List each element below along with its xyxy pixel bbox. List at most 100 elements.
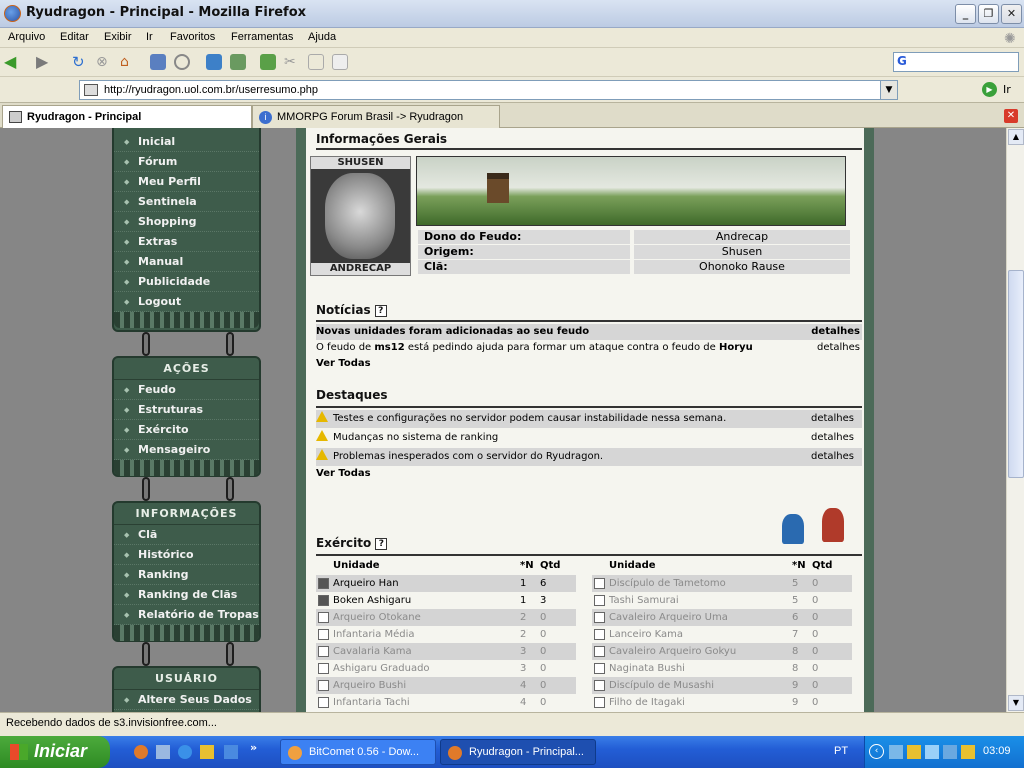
sidebar-item-extras[interactable]: Extras [114,232,259,252]
army-unit-row[interactable]: Arqueiro Han 1 6 [316,575,576,592]
start-button[interactable]: Iniciar [0,736,110,768]
army-unit-row[interactable]: Infantaria Média 2 0 [316,626,576,643]
noticias-see-all-link[interactable]: Ver Todas [316,356,862,372]
army-unit-row[interactable]: Cavaleiro Arqueiro Uma 6 0 [592,609,852,626]
history-icon[interactable] [174,54,190,70]
sidebar-item-historico[interactable]: Histórico [114,545,259,565]
stop-icon[interactable]: ⊗ [96,54,112,70]
tab-ryudragon[interactable]: Ryudragon - Principal [2,105,252,128]
search-input[interactable]: G [893,52,1019,72]
go-label[interactable]: Ir [1003,83,1011,96]
menu-ferramentas[interactable]: Ferramentas [231,31,293,43]
unit-checkbox[interactable] [318,697,329,708]
sidebar-item-publicidade[interactable]: Publicidade [114,272,259,292]
close-tab-icon[interactable]: ✕ [1004,109,1018,123]
forward-icon[interactable]: ▶ [36,54,52,70]
unit-checkbox[interactable] [594,680,605,691]
minimize-button[interactable]: _ [955,4,976,24]
language-indicator[interactable]: PT [834,745,848,757]
sidebar-item-meu-perfil[interactable]: Meu Perfil [114,172,259,192]
download-icon[interactable] [260,54,276,70]
menu-editar[interactable]: Editar [60,31,89,43]
close-window-button[interactable]: ✕ [1001,4,1022,24]
menu-favoritos[interactable]: Favoritos [170,31,215,43]
task-bitcomet[interactable]: BitComet 0.56 - Dow... [280,739,436,765]
bookmarks-icon[interactable] [150,54,166,70]
quicklaunch-app-icon[interactable] [156,745,170,759]
paste-icon[interactable] [332,54,348,70]
tab-mmorpg-forum[interactable]: i MMORPG Forum Brasil -> Ryudragon [252,105,500,128]
unit-checkbox[interactable] [318,646,329,657]
unit-checkbox[interactable] [318,629,329,640]
army-unit-row[interactable]: Lanceiro Kama 7 0 [592,626,852,643]
quicklaunch-firefox-icon[interactable] [134,745,148,759]
menu-exibir[interactable]: Exibir [104,31,132,43]
sidebar-item-estruturas[interactable]: Estruturas [114,400,259,420]
unit-checkbox[interactable] [594,663,605,674]
cut-icon[interactable]: ✂ [284,54,300,70]
tray-winamp-icon[interactable] [961,745,975,759]
highlight-details-link[interactable]: detalhes [811,448,854,466]
back-icon[interactable]: ◀ [4,54,20,70]
quicklaunch-more-icon[interactable]: » [250,741,257,754]
unit-checkbox[interactable] [318,680,329,691]
army-unit-row[interactable]: Discípulo de Musashi 9 0 [592,677,852,694]
copy-icon[interactable] [308,54,324,70]
news-details-link[interactable]: detalhes [811,324,860,340]
army-unit-row[interactable]: Infantaria Tachi 4 0 [316,694,576,711]
tray-network-icon[interactable] [889,745,903,759]
sidebar-item-ranking[interactable]: Ranking [114,565,259,585]
army-unit-row[interactable]: Tashi Samurai 5 0 [592,592,852,609]
scroll-down-icon[interactable]: ▼ [1008,695,1024,711]
exercito-help-icon[interactable]: ? [375,538,388,550]
sidebar-item-ranking-clas[interactable]: Ranking de Clãs [114,585,259,605]
unit-checkbox[interactable] [594,646,605,657]
tray-volume-icon[interactable] [943,745,957,759]
quicklaunch-ie-icon[interactable] [178,745,192,759]
address-dropdown-icon[interactable]: ▼ [880,81,897,99]
highlight-details-link[interactable]: detalhes [811,410,854,428]
vertical-scrollbar[interactable]: ▲ ▼ [1006,128,1024,712]
unit-checkbox[interactable] [318,595,329,606]
unit-checkbox[interactable] [318,578,329,589]
scroll-up-icon[interactable]: ▲ [1008,129,1024,145]
army-unit-row[interactable]: Ashigaru Graduado 3 0 [316,660,576,677]
unit-checkbox[interactable] [594,578,605,589]
unit-checkbox[interactable] [594,595,605,606]
new-window-icon[interactable] [206,54,222,70]
highlight-details-link[interactable]: detalhes [811,429,854,447]
home-icon[interactable]: ⌂ [120,54,136,70]
send-link-icon[interactable] [230,54,246,70]
menu-ajuda[interactable]: Ajuda [308,31,336,43]
army-unit-row[interactable]: Boken Ashigaru 1 3 [316,592,576,609]
sidebar-item-logout[interactable]: Logout [114,292,259,312]
reload-icon[interactable]: ↻ [72,54,88,70]
sidebar-item-shopping[interactable]: Shopping [114,212,259,232]
destaques-see-all-link[interactable]: Ver Todas [316,466,862,482]
address-input[interactable]: http://ryudragon.uol.com.br/userresumo.p… [79,80,898,100]
noticias-help-icon[interactable]: ? [374,305,387,317]
go-icon[interactable]: ▶ [982,82,997,97]
sidebar-item-mensageiro[interactable]: Mensageiro [114,440,259,460]
unit-checkbox[interactable] [594,612,605,623]
sidebar-item-cla[interactable]: Clã [114,525,259,545]
sidebar-item-altere-dados[interactable]: Altere Seus Dados [114,690,259,710]
scroll-thumb[interactable] [1008,270,1024,478]
unit-checkbox[interactable] [318,612,329,623]
sidebar-item-exercito[interactable]: Exército [114,420,259,440]
quicklaunch-messenger-icon[interactable] [224,745,238,759]
maximize-button[interactable]: ❐ [978,4,999,24]
menu-arquivo[interactable]: Arquivo [8,31,45,43]
army-unit-row[interactable]: Cavaleiro Arqueiro Gokyu 8 0 [592,643,852,660]
quicklaunch-winamp-icon[interactable] [200,745,214,759]
unit-checkbox[interactable] [594,629,605,640]
sidebar-item-sentinela[interactable]: Sentinela [114,192,259,212]
army-unit-row[interactable]: Discípulo de Tametomo 5 0 [592,575,852,592]
army-unit-row[interactable]: Naginata Bushi 8 0 [592,660,852,677]
sidebar-item-forum[interactable]: Fórum [114,152,259,172]
sidebar-item-relatorio-tropas[interactable]: Relatório de Tropas [114,605,259,625]
news-details-link[interactable]: detalhes [817,340,860,356]
sidebar-item-manual[interactable]: Manual [114,252,259,272]
tray-connection-icon[interactable] [925,745,939,759]
army-unit-row[interactable]: Arqueiro Bushi 4 0 [316,677,576,694]
